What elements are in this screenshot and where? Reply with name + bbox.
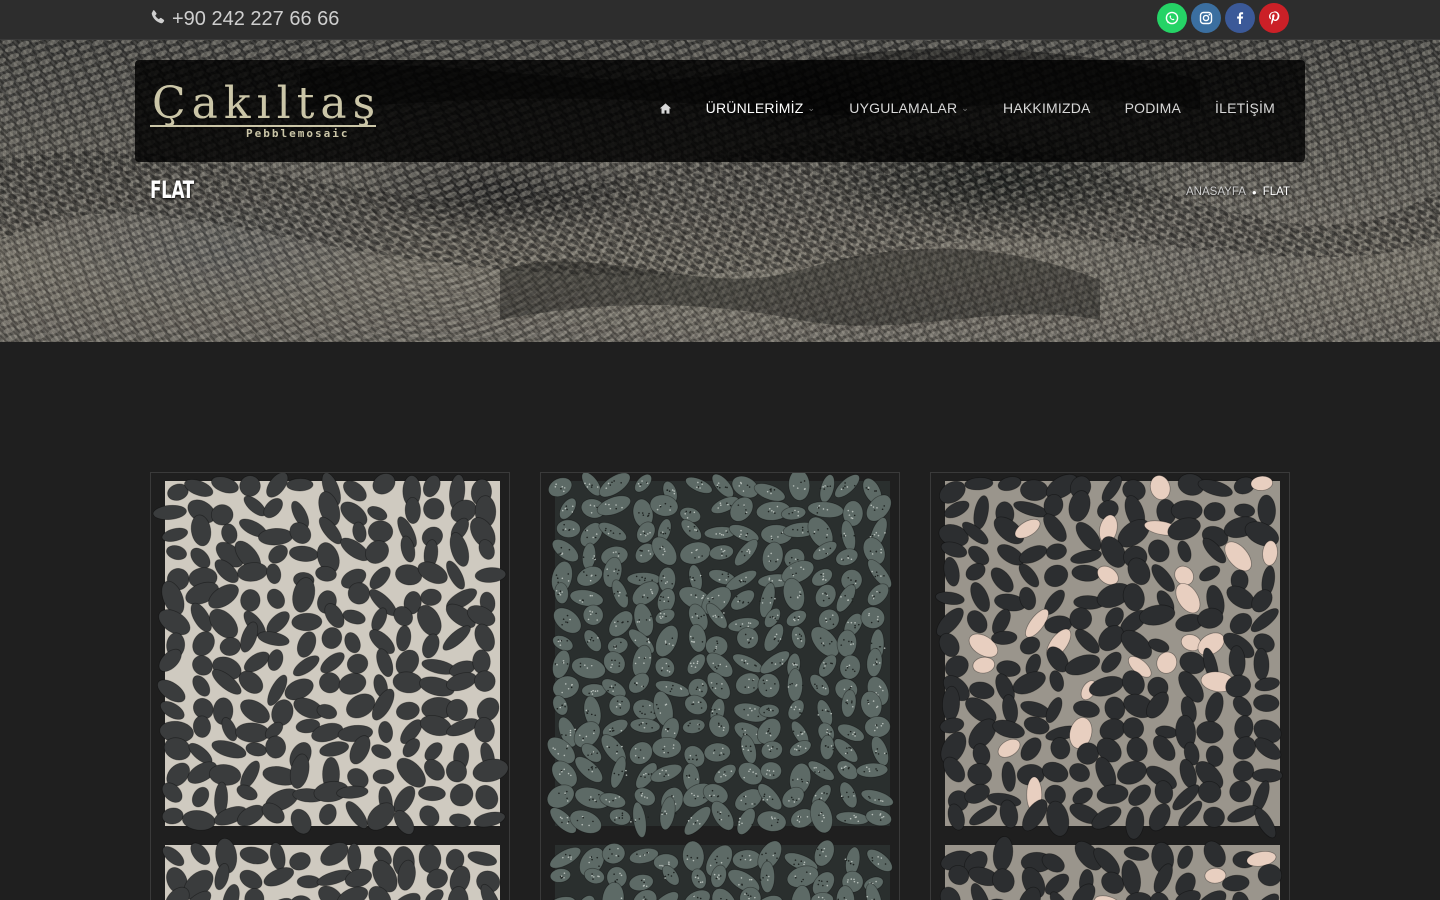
breadcrumb-current: FLAT [1262, 186, 1290, 198]
nav-item-uygulamalar[interactable]: UYGULAMALAR ⌄ [849, 100, 969, 116]
instagram-icon[interactable] [1191, 3, 1221, 33]
product-card[interactable] [540, 472, 900, 900]
facebook-icon[interactable] [1225, 3, 1255, 33]
logo-wordmark: Çakıltaş [152, 78, 380, 129]
phone-contact[interactable]: +90 242 227 66 66 [150, 8, 339, 31]
pinterest-icon[interactable] [1259, 3, 1289, 33]
whatsapp-icon[interactable] [1157, 3, 1187, 33]
nav-item-podima[interactable]: PODIMA [1125, 100, 1181, 116]
chevron-down-icon: ⌄ [961, 102, 970, 113]
site-logo[interactable]: Çakıltaş Pebblemosaic [150, 74, 380, 144]
product-grid [150, 472, 1290, 900]
product-card[interactable] [150, 472, 510, 900]
chevron-down-icon: ⌄ [807, 102, 816, 113]
top-bar: +90 242 227 66 66 [0, 0, 1440, 40]
product-image-black-and-white-flat-pebble [935, 473, 1283, 900]
nav-item-urunlerimiz[interactable]: ÜRÜNLERİMİZ ⌄ [706, 100, 816, 116]
product-image-green-granite-flat-pebble [546, 473, 894, 900]
breadcrumb-separator: ● [1251, 187, 1257, 197]
phone-icon [150, 8, 166, 31]
main-navbar: Çakıltaş Pebblemosaic ÜRÜNLERİMİZ ⌄ UYGU… [135, 60, 1305, 162]
product-card[interactable] [930, 472, 1290, 900]
nav-home[interactable] [659, 102, 672, 115]
hero-banner: Çakıltaş Pebblemosaic ÜRÜNLERİMİZ ⌄ UYGU… [0, 40, 1440, 342]
logo-tagline: Pebblemosaic [246, 127, 349, 140]
primary-navigation: ÜRÜNLERİMİZ ⌄ UYGULAMALAR ⌄ HAKKIMIZDA P… [625, 100, 1275, 116]
nav-item-hakkimizda[interactable]: HAKKIMIZDA [1003, 100, 1091, 116]
breadcrumb-home-link[interactable]: ANASAYFA [1186, 186, 1246, 198]
phone-number: +90 242 227 66 66 [172, 8, 340, 30]
product-image-black-flat-pebble [152, 473, 509, 900]
page-title: FLAT [150, 176, 194, 204]
breadcrumb: ANASAYFA ● FLAT [1186, 186, 1290, 198]
home-icon [659, 102, 672, 115]
nav-item-iletisim[interactable]: İLETİŞİM [1215, 100, 1275, 116]
social-links [1157, 3, 1289, 33]
